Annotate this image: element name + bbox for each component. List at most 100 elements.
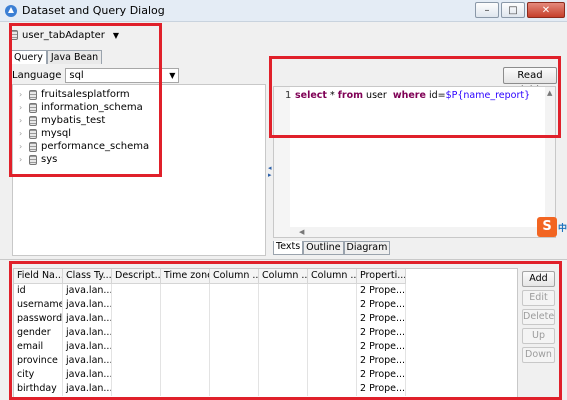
table-cell xyxy=(161,382,210,396)
table-cell xyxy=(308,382,357,396)
table-cell: 2 Prope... xyxy=(357,284,406,298)
table-cell xyxy=(112,340,161,354)
chevron-down-icon: ▼ xyxy=(169,71,176,80)
table-cell xyxy=(210,354,259,368)
column-header[interactable]: Column ... xyxy=(308,269,357,283)
tab-texts[interactable]: Texts xyxy=(273,241,304,255)
column-header[interactable]: Descript... xyxy=(112,269,161,283)
table-cell: 2 Prope... xyxy=(357,298,406,312)
table-cell xyxy=(259,284,308,298)
splitter-handle[interactable]: ◂ ▸ xyxy=(268,165,272,179)
table-row[interactable]: gender java.lan... 2 Prope... xyxy=(14,326,406,340)
move-down-button[interactable]: Down xyxy=(522,347,555,363)
ime-icon[interactable]: S xyxy=(537,217,557,237)
expand-icon[interactable]: › xyxy=(19,155,25,164)
table-cell: java.lan... xyxy=(63,326,112,340)
language-select[interactable]: sql ▼ xyxy=(65,68,180,83)
app-icon xyxy=(5,4,17,17)
section-divider xyxy=(0,259,567,260)
table-cell: password xyxy=(14,312,63,326)
column-header[interactable]: Class Ty... xyxy=(63,269,112,283)
scroll-up-icon[interactable]: ▲ xyxy=(547,89,552,97)
chevron-down-icon[interactable]: ▼ xyxy=(113,31,119,40)
move-up-button[interactable]: Up xyxy=(522,328,555,344)
table-cell xyxy=(308,312,357,326)
delete-field-button[interactable]: Delete xyxy=(522,309,555,325)
tree-item[interactable]: › performance_schema xyxy=(19,140,149,153)
table-cell xyxy=(161,326,210,340)
language-label: Language xyxy=(12,70,62,81)
line-number: 1 xyxy=(285,90,292,101)
table-cell xyxy=(161,340,210,354)
table-cell xyxy=(210,312,259,326)
column-header[interactable]: Field Na... xyxy=(14,269,63,283)
table-header: Field Na... Class Ty... Descript... Time… xyxy=(14,269,406,284)
minimize-button[interactable]: – xyxy=(475,2,499,18)
add-field-button[interactable]: Add xyxy=(522,271,555,287)
table-cell: id xyxy=(14,284,63,298)
column-header[interactable]: Time zone xyxy=(161,269,210,283)
adapter-label: user_tabAdapter xyxy=(22,29,105,41)
table-row[interactable]: id java.lan... 2 Prope... xyxy=(14,284,406,298)
tab-query[interactable]: Query xyxy=(10,50,47,64)
table-cell xyxy=(210,298,259,312)
language-row: Language sql ▼ xyxy=(12,68,180,83)
table-cell xyxy=(210,368,259,382)
table-row[interactable]: username java.lan... 2 Prope... xyxy=(14,298,406,312)
table-row[interactable]: birthday java.lan... 2 Prope... xyxy=(14,382,406,396)
sql-keyword: from xyxy=(337,90,364,101)
table-cell: gender xyxy=(14,326,63,340)
tree-item[interactable]: › information_schema xyxy=(19,101,143,114)
table-cell xyxy=(308,340,357,354)
tab-java-bean[interactable]: Java Bean xyxy=(46,50,103,64)
tree-item[interactable]: › fruitsalesplatform xyxy=(19,88,130,101)
sql-text: user xyxy=(363,90,393,101)
read-fields-button[interactable]: Read Fields xyxy=(503,67,557,96)
table-row[interactable]: password java.lan... 2 Prope... xyxy=(14,312,406,326)
table-cell: birthday xyxy=(14,382,63,396)
tab-diagram[interactable]: Diagram xyxy=(343,241,391,255)
table-cell: 2 Prope... xyxy=(357,312,406,326)
maximize-button[interactable]: □ xyxy=(501,2,525,18)
table-cell: 2 Prope... xyxy=(357,354,406,368)
expand-icon[interactable]: › xyxy=(19,129,25,138)
table-cell: city xyxy=(14,368,63,382)
tree-item[interactable]: › mysql xyxy=(19,127,71,140)
horizontal-scrollbar[interactable]: ◀ xyxy=(290,227,547,237)
close-button[interactable]: ✕ xyxy=(527,2,565,18)
table-cell xyxy=(259,298,308,312)
database-icon xyxy=(10,30,18,40)
sql-keyword: select xyxy=(295,90,327,101)
tree-item[interactable]: › mybatis_test xyxy=(19,114,105,127)
table-cell xyxy=(210,382,259,396)
tree-item[interactable]: › sys xyxy=(19,153,57,166)
sql-query-text[interactable]: select * from user where id=$P{name_repo… xyxy=(295,90,530,101)
sql-text: * xyxy=(326,90,338,101)
column-header[interactable]: Column ... xyxy=(259,269,308,283)
table-cell xyxy=(210,340,259,354)
expand-icon[interactable]: › xyxy=(19,103,25,112)
column-header[interactable]: Column ... xyxy=(210,269,259,283)
table-cell xyxy=(161,298,210,312)
vertical-scrollbar[interactable]: ▲ xyxy=(545,87,555,227)
expand-icon[interactable]: › xyxy=(19,90,25,99)
table-row[interactable]: province java.lan... 2 Prope... xyxy=(14,354,406,368)
line-gutter xyxy=(274,87,290,237)
adapter-selector[interactable]: user_tabAdapter ▼ xyxy=(10,27,119,43)
tree-item-label: fruitsalesplatform xyxy=(41,89,130,100)
column-header[interactable]: Properti... xyxy=(357,269,406,283)
table-cell: java.lan... xyxy=(63,368,112,382)
database-icon xyxy=(29,154,37,165)
table-cell xyxy=(308,298,357,312)
tab-outline[interactable]: Outline xyxy=(303,241,344,255)
edit-field-button[interactable]: Edit xyxy=(522,290,555,306)
table-row[interactable]: email java.lan... 2 Prope... xyxy=(14,340,406,354)
table-row[interactable]: city java.lan... 2 Prope... xyxy=(14,368,406,382)
expand-icon[interactable]: › xyxy=(19,116,25,125)
ime-mode-label: 中 xyxy=(558,224,567,234)
sql-editor[interactable]: 1 select * from user where id=$P{name_re… xyxy=(273,86,556,238)
table-cell xyxy=(210,326,259,340)
scroll-left-icon[interactable]: ◀ xyxy=(299,228,304,236)
fields-table: Field Na... Class Ty... Descript... Time… xyxy=(13,268,518,400)
expand-icon[interactable]: › xyxy=(19,142,25,151)
